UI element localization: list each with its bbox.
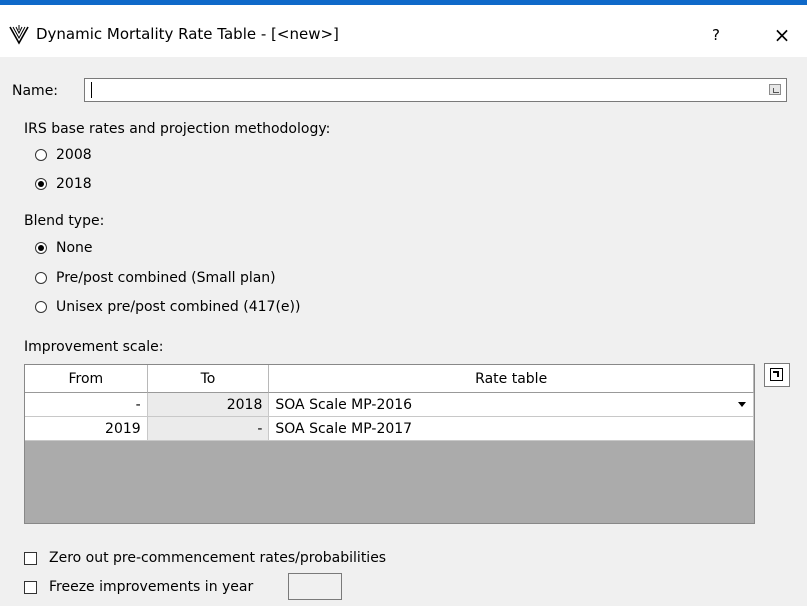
chevron-down-icon[interactable] <box>738 402 747 407</box>
blend-option-small-plan[interactable]: Pre/post combined (Small plan) <box>35 268 276 288</box>
improvement-scale-grid[interactable]: From To Rate table - 2018 SOA Scale MP-2… <box>24 364 755 524</box>
expand-table-button[interactable] <box>764 363 790 387</box>
name-label: Name: <box>12 83 59 99</box>
radio-button-selected-icon[interactable] <box>35 178 47 190</box>
blend-option-none-label: None <box>56 240 93 256</box>
freeze-year-input[interactable] <box>288 573 342 600</box>
radio-button-selected-icon[interactable] <box>35 242 47 254</box>
title-bar: Dynamic Mortality Rate Table - [<new>] ?… <box>0 5 807 57</box>
help-button[interactable]: ? <box>698 19 734 51</box>
cell-to[interactable]: - <box>147 417 270 441</box>
cell-rate-table-value: SOA Scale MP-2016 <box>275 396 413 413</box>
grid-header: From To Rate table <box>25 365 754 393</box>
improvement-scale-label: Improvement scale: <box>24 339 164 355</box>
freeze-improvements-option[interactable]: Freeze improvements in year <box>24 577 253 597</box>
table-row[interactable]: 2019 - SOA Scale MP-2017 <box>25 417 754 441</box>
irs-section-label: IRS base rates and projection methodolog… <box>24 121 331 137</box>
blend-option-unisex-label: Unisex pre/post combined (417(e)) <box>56 299 301 315</box>
close-button[interactable]: × <box>762 19 802 51</box>
zero-out-label: Zero out pre-commencement rates/probabil… <box>49 550 387 566</box>
column-header-rate-table[interactable]: Rate table <box>269 365 754 393</box>
cell-to[interactable]: 2018 <box>147 393 270 417</box>
checkbox-icon[interactable] <box>24 580 37 594</box>
column-header-from[interactable]: From <box>25 365 148 393</box>
checkbox-icon[interactable] <box>24 551 37 565</box>
text-caret <box>91 82 92 98</box>
radio-button-icon[interactable] <box>35 301 47 313</box>
cell-rate-table-dropdown[interactable]: SOA Scale MP-2016 <box>269 393 754 417</box>
name-input[interactable] <box>84 78 787 102</box>
irs-option-2008-label: 2008 <box>56 147 92 163</box>
dialog-body: Name: IRS base rates and projection meth… <box>0 57 807 606</box>
blend-option-small-plan-label: Pre/post combined (Small plan) <box>56 270 276 286</box>
cell-rate-table[interactable]: SOA Scale MP-2017 <box>269 417 754 441</box>
window-title: Dynamic Mortality Rate Table - [<new>] <box>36 25 339 43</box>
blend-option-unisex[interactable]: Unisex pre/post combined (417(e)) <box>35 297 300 317</box>
table-row[interactable]: - 2018 SOA Scale MP-2016 <box>25 393 754 417</box>
freeze-label: Freeze improvements in year <box>49 579 254 595</box>
radio-button-icon[interactable] <box>35 272 47 284</box>
cell-from[interactable]: 2019 <box>25 417 148 441</box>
irs-option-2018[interactable]: 2018 <box>35 174 92 194</box>
blend-type-label: Blend type: <box>24 213 105 229</box>
blend-option-none[interactable]: None <box>35 238 93 258</box>
cell-from[interactable]: - <box>25 393 148 417</box>
irs-option-2008[interactable]: 2008 <box>35 145 92 165</box>
open-external-icon <box>770 368 783 381</box>
zero-out-option[interactable]: Zero out pre-commencement rates/probabil… <box>24 548 386 568</box>
irs-option-2018-label: 2018 <box>56 176 92 192</box>
name-browse-icon[interactable] <box>769 84 781 95</box>
column-header-to[interactable]: To <box>147 365 270 393</box>
app-logo-icon <box>9 25 29 45</box>
radio-button-icon[interactable] <box>35 149 47 161</box>
